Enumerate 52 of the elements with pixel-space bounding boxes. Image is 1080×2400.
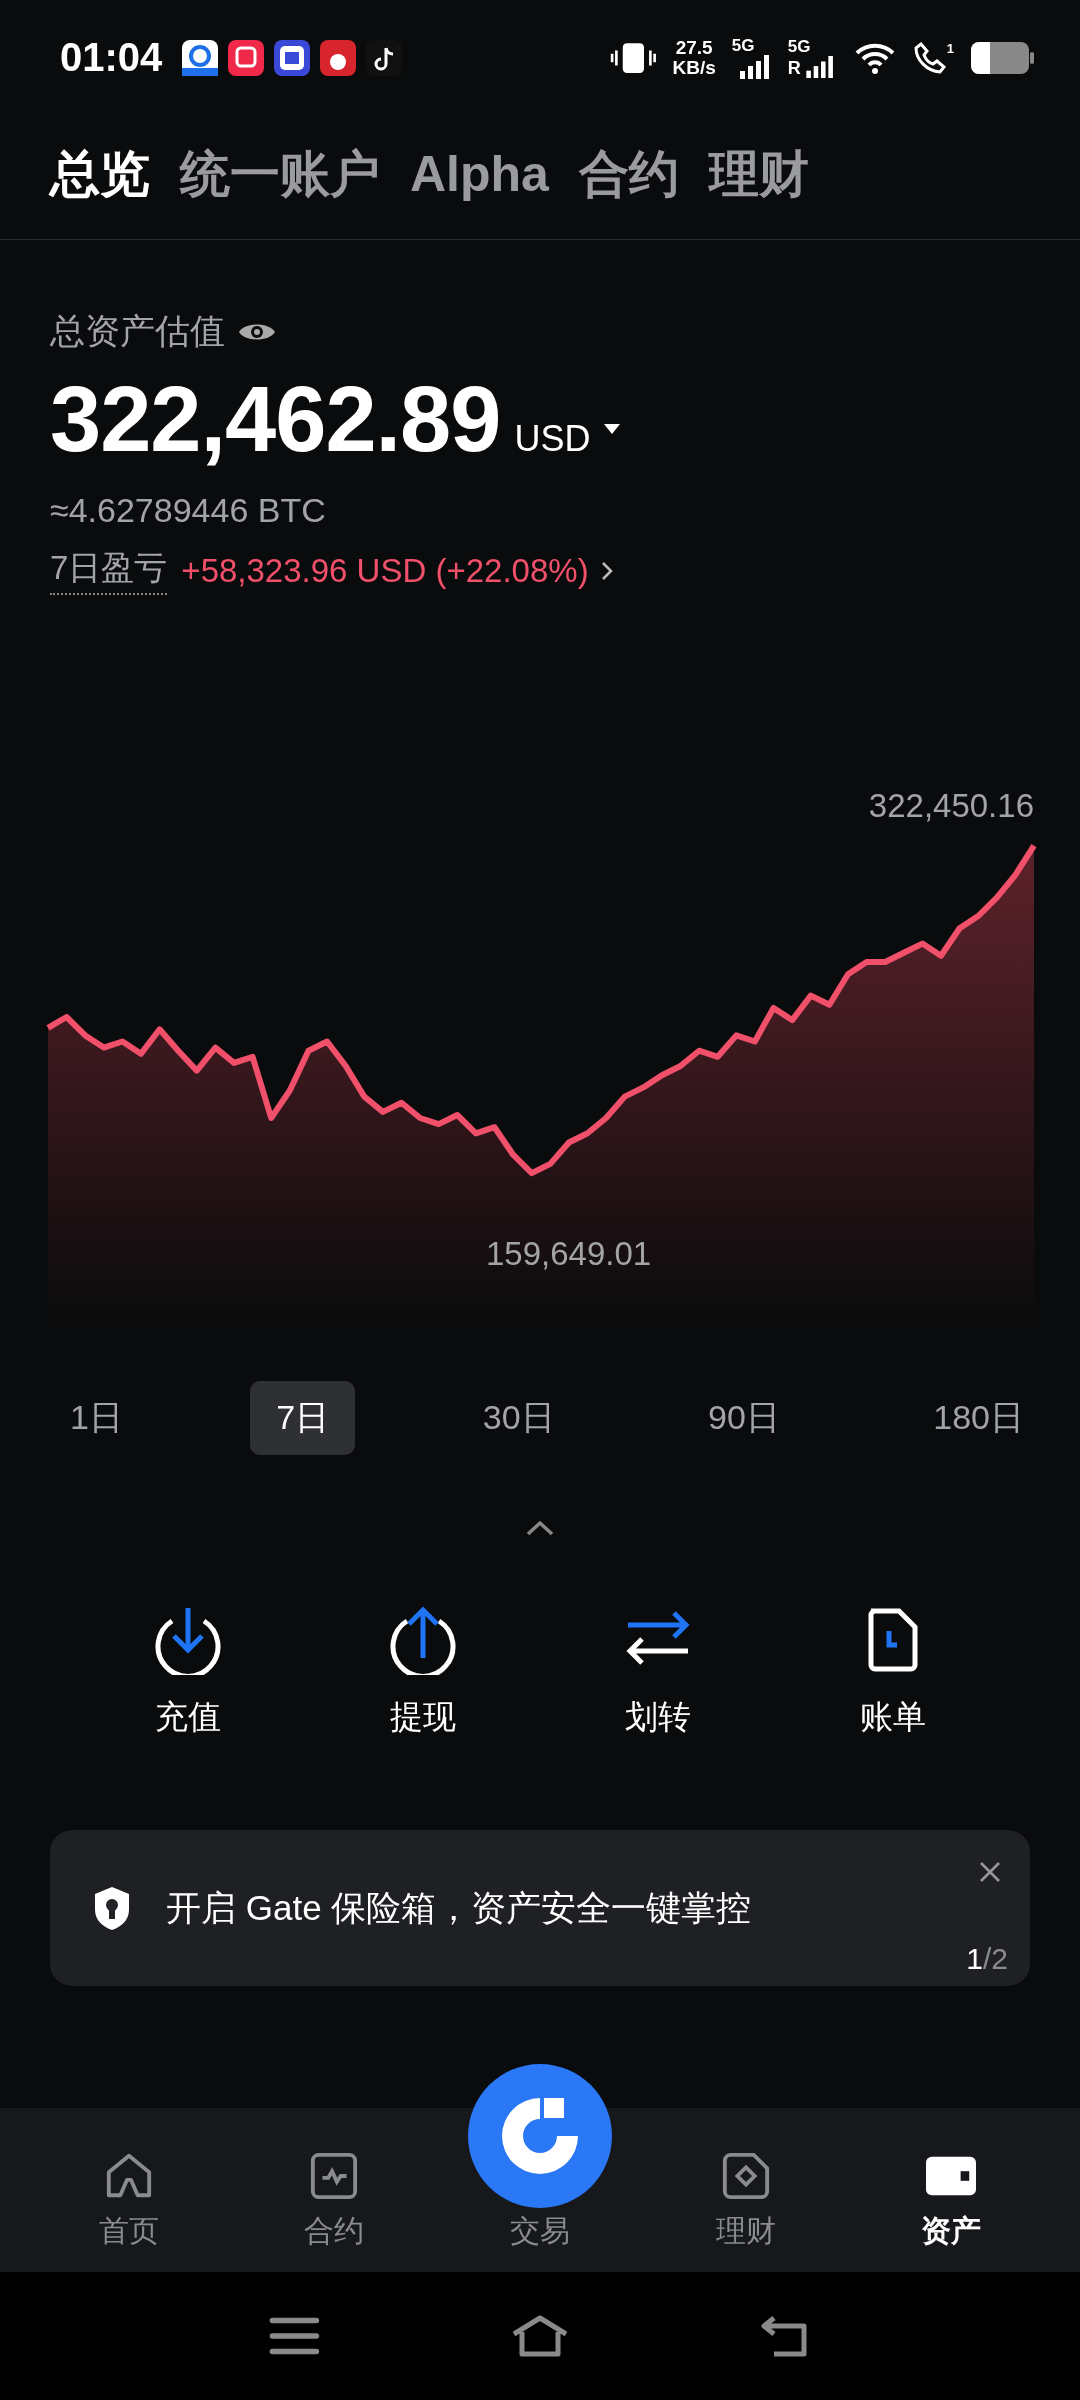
tab[interactable]: 理财: [708, 143, 819, 205]
pnl-value[interactable]: +58,323.96 USD (+22.08%): [181, 551, 589, 590]
network-type: 5G: [731, 36, 755, 55]
promo-banner[interactable]: 开启 Gate 保险箱，资产安全一键掌控 1/2: [50, 1830, 1030, 1986]
pnl-label[interactable]: 7日盈亏: [50, 546, 168, 595]
app-icon: [366, 39, 403, 76]
app-icon: [182, 39, 219, 76]
action-label[interactable]: 划转: [624, 1695, 691, 1740]
app-icon: [274, 39, 311, 76]
network-type: 5G: [787, 37, 811, 56]
shield-lock-icon: [92, 1885, 132, 1931]
page-indicator: 1/2: [966, 1942, 1008, 1976]
action-label[interactable]: 账单: [859, 1695, 926, 1740]
diamond-card-icon: [720, 2151, 771, 2201]
total-assets-label: 总资产估值: [50, 310, 225, 352]
action-label[interactable]: 提现: [389, 1695, 456, 1740]
total-amount: 322,462.89: [50, 367, 501, 472]
action-label[interactable]: 充值: [154, 1695, 221, 1740]
app-icon: [228, 39, 265, 76]
chevron-right-icon[interactable]: [600, 560, 613, 581]
tab[interactable]: 总览: [50, 143, 160, 205]
period-tab[interactable]: 180日: [907, 1381, 1050, 1455]
chevron-up-icon[interactable]: [525, 1519, 555, 1537]
period-tab[interactable]: 1日: [44, 1381, 149, 1455]
nav-item[interactable]: 交易: [470, 2064, 610, 2272]
chart-high-label: 322,450.16: [868, 787, 1034, 825]
network-speed-unit: KB/s: [672, 57, 716, 78]
tab[interactable]: 统一账户: [180, 143, 390, 205]
nav-item[interactable]: 理财: [675, 2108, 816, 2272]
period-tab[interactable]: 7日: [250, 1381, 356, 1455]
battery-icon: [970, 40, 1034, 75]
banner-text: 开启 Gate 保险箱，资产安全一键掌控: [166, 1886, 752, 1929]
phone-icon: [912, 40, 947, 75]
app-icon: [320, 39, 357, 76]
network-speed: 27.5: [675, 37, 713, 58]
nav-item[interactable]: 首页: [58, 2108, 199, 2272]
close-icon[interactable]: [978, 1860, 1002, 1884]
call-sim-number: 1: [946, 40, 954, 56]
chart-icon: [309, 2151, 360, 2201]
tab[interactable]: 合约: [578, 143, 689, 205]
period-tab[interactable]: 30日: [456, 1381, 581, 1455]
btc-equivalent: ≈4.62789446 BTC: [50, 491, 327, 530]
currency-selector[interactable]: USD: [514, 418, 591, 460]
vibrate-icon: [609, 40, 657, 75]
dropdown-icon[interactable]: [604, 424, 621, 434]
chart-low-label: 159,649.01: [486, 1235, 652, 1273]
period-tab[interactable]: 90日: [682, 1381, 806, 1455]
tab[interactable]: Alpha: [410, 143, 559, 205]
nav-item[interactable]: 合约: [264, 2108, 405, 2272]
nav-item[interactable]: 资产: [881, 2108, 1022, 2272]
clock: 01:04: [60, 35, 163, 80]
roaming-indicator: R: [787, 57, 801, 78]
